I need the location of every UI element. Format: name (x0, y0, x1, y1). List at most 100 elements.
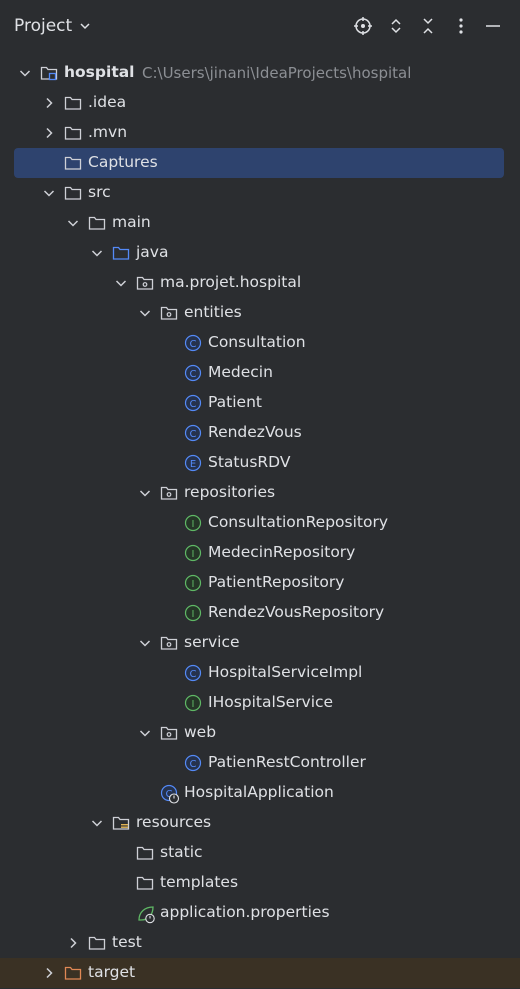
tree-row-consultationrepository[interactable]: I ConsultationRepository (0, 508, 520, 538)
tree-row-medecin[interactable]: C Medecin (0, 358, 520, 388)
spring-app-icon: C (160, 784, 180, 804)
svg-text:E: E (190, 459, 196, 470)
tree-row-main[interactable]: main (0, 208, 520, 238)
chevron-down-icon[interactable] (138, 636, 152, 650)
tree-item-label: RendezVous (208, 423, 302, 441)
tree-row-service[interactable]: service (0, 628, 520, 658)
tree-row-statusrdv[interactable]: E StatusRDV (0, 448, 520, 478)
interface-icon: I (184, 694, 202, 712)
chevron-down-icon[interactable] (90, 246, 104, 260)
tree-row-consultation[interactable]: C Consultation (0, 328, 520, 358)
panel-header: Project (0, 0, 520, 54)
tree-row-test[interactable]: test (0, 928, 520, 958)
class-icon: C (184, 754, 202, 772)
tree-row-application-properties[interactable]: application.properties (0, 898, 520, 928)
tree-row-java[interactable]: java (0, 238, 520, 268)
chevron-right-icon[interactable] (66, 936, 80, 950)
spring-properties-icon (136, 904, 155, 924)
tree-row-resources[interactable]: resources (0, 808, 520, 838)
tree-item-label: src (88, 183, 111, 201)
chevron-right-icon[interactable] (42, 966, 56, 980)
tree-row-web[interactable]: web (0, 718, 520, 748)
tree-row-repositories[interactable]: repositories (0, 478, 520, 508)
tree-row-rendezvousrepository[interactable]: I RendezVousRepository (0, 598, 520, 628)
tree-item-label: StatusRDV (208, 453, 291, 471)
svg-text:C: C (190, 429, 197, 440)
tree-row-idea[interactable]: .idea (0, 88, 520, 118)
package-icon (160, 484, 178, 502)
class-icon: C (184, 364, 202, 382)
tree-row-medecinrepository[interactable]: I MedecinRepository (0, 538, 520, 568)
tree-item-label: HospitalServiceImpl (208, 663, 363, 681)
tree-item-label: ma.projet.hospital (160, 273, 302, 291)
tree-row-templates[interactable]: templates (0, 868, 520, 898)
more-options-icon[interactable] (450, 15, 472, 37)
tree-item-label: Patient (208, 393, 262, 411)
tree-row-hospitalapplication[interactable]: C HospitalApplication (0, 778, 520, 808)
tree-row-ma-projet-hospital[interactable]: ma.projet.hospital (0, 268, 520, 298)
locate-icon[interactable] (352, 15, 374, 37)
tree-item-label: .idea (88, 93, 127, 111)
tree-row-patientrepository[interactable]: I PatientRepository (0, 568, 520, 598)
svg-text:I: I (192, 609, 195, 620)
folder-icon (64, 124, 82, 142)
chevron-down-icon (80, 23, 90, 30)
collapse-all-icon[interactable] (417, 15, 439, 37)
tree-item-label: web (184, 723, 217, 741)
folder-icon (64, 94, 82, 112)
folder-icon (136, 844, 154, 862)
tree-row-mvn[interactable]: .mvn (0, 118, 520, 148)
chevron-down-icon[interactable] (138, 306, 152, 320)
tree-row-static[interactable]: static (0, 838, 520, 868)
source-folder-icon (112, 244, 130, 262)
expand-all-icon[interactable] (385, 15, 407, 37)
tree-row-src[interactable]: src (0, 178, 520, 208)
chevron-right-icon[interactable] (42, 96, 56, 110)
tree-row-ihospitalservice[interactable]: I IHospitalService (0, 688, 520, 718)
tree-row-captures[interactable]: Captures (0, 148, 520, 178)
tree-item-label: target (88, 963, 136, 981)
tree-item-label: ConsultationRepository (208, 513, 389, 531)
tree-row-hospital[interactable]: hospital C:\Users\jinani\IdeaProjects\hos… (0, 58, 520, 88)
chevron-down-icon[interactable] (18, 66, 32, 80)
chevron-down-icon[interactable] (114, 276, 128, 290)
chevron-down-icon[interactable] (66, 216, 80, 230)
chevron-down-icon[interactable] (42, 186, 56, 200)
package-icon (160, 724, 178, 742)
tree-item-label: static (160, 843, 203, 861)
interface-icon: I (184, 514, 202, 532)
tree-item-label: HospitalApplication (184, 783, 334, 801)
tree-item-label: templates (160, 873, 239, 891)
panel-title-dropdown[interactable]: Project (14, 16, 92, 36)
tree-row-patient[interactable]: C Patient (0, 388, 520, 418)
chevron-right-icon[interactable] (42, 126, 56, 140)
package-icon (160, 304, 178, 322)
package-icon (160, 634, 178, 652)
tree-row-hospitalserviceimpl[interactable]: C HospitalServiceImpl (0, 658, 520, 688)
package-icon (136, 274, 154, 292)
tree-row-target[interactable]: target (0, 958, 520, 988)
chevron-down-icon[interactable] (138, 486, 152, 500)
tree-row-rendezvous[interactable]: C RendezVous (0, 418, 520, 448)
tree-item-label: PatientRepository (208, 573, 345, 591)
module-path: C:\Users\jinani\IdeaProjects\hospital (142, 64, 412, 82)
tree-item-label: test (112, 933, 142, 951)
folder-icon (136, 874, 154, 892)
tree-item-label: .mvn (88, 123, 128, 141)
tree-item-label: IHospitalService (208, 693, 334, 711)
svg-text:I: I (192, 699, 195, 710)
chevron-down-icon[interactable] (90, 816, 104, 830)
tree-row-patienrestcontroller[interactable]: C PatienRestController (0, 748, 520, 778)
class-icon: C (184, 334, 202, 352)
folder-icon (64, 184, 82, 202)
minimize-icon[interactable] (482, 15, 504, 37)
tree-item-label: RendezVousRepository (208, 603, 385, 621)
panel-title: Project (14, 16, 73, 36)
tree-item-label: repositories (184, 483, 276, 501)
chevron-down-icon[interactable] (138, 726, 152, 740)
svg-text:C: C (190, 339, 197, 350)
svg-text:C: C (190, 369, 197, 380)
tree-row-entities[interactable]: entities (0, 298, 520, 328)
tree-item-label: java (136, 243, 169, 261)
interface-icon: I (184, 574, 202, 592)
